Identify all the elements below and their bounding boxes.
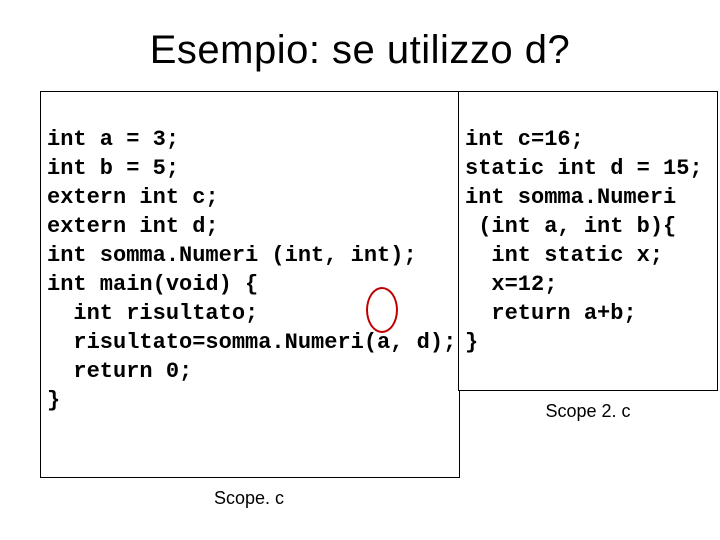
- page-title: Esempio: se utilizzo d?: [40, 28, 680, 73]
- code-left-text: int a = 3; int b = 5; extern int c; exte…: [47, 127, 456, 413]
- caption-left: Scope. c: [40, 488, 458, 509]
- left-column: int a = 3; int b = 5; extern int c; exte…: [40, 91, 458, 509]
- code-block-left: int a = 3; int b = 5; extern int c; exte…: [40, 91, 460, 478]
- caption-right: Scope 2. c: [458, 401, 718, 422]
- slide: Esempio: se utilizzo d? int a = 3; int b…: [0, 0, 720, 540]
- right-column: int c=16; static int d = 15; int somma.N…: [458, 91, 718, 422]
- code-block-right: int c=16; static int d = 15; int somma.N…: [458, 91, 718, 391]
- highlight-ellipse-icon: [366, 287, 398, 333]
- columns: int a = 3; int b = 5; extern int c; exte…: [40, 91, 680, 509]
- code-right-text: int c=16; static int d = 15; int somma.N…: [465, 127, 703, 355]
